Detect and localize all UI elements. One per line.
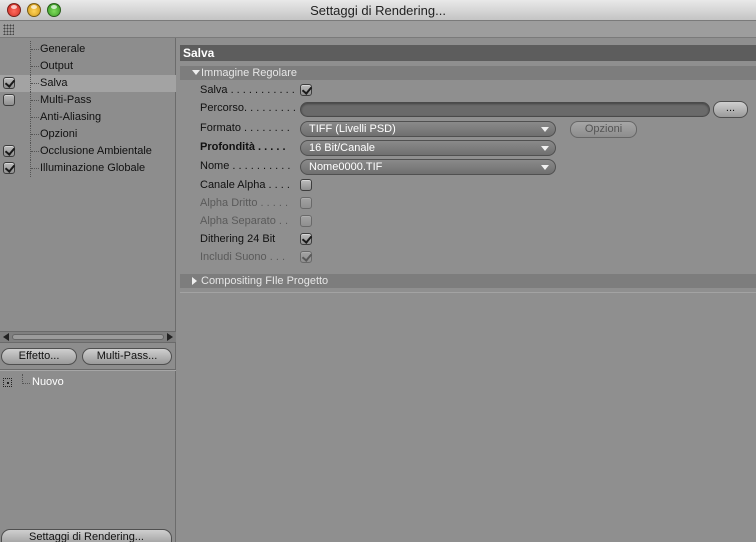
tree-item-opzioni[interactable]: Opzioni: [0, 126, 176, 143]
preset-item-nuovo[interactable]: Nuovo: [0, 374, 176, 391]
multi-pass-button[interactable]: Multi-Pass...: [82, 348, 172, 365]
settings-tree: Generale Output Salva Multi-Pass Anti-Al…: [0, 41, 176, 177]
row-profondita: Profondità . . . . . 16 Bit/Canale: [200, 139, 756, 157]
expand-triangle-icon[interactable]: [192, 277, 197, 285]
formato-select[interactable]: TIFF (Livelli PSD): [300, 121, 556, 137]
percorso-field[interactable]: [300, 102, 710, 117]
salva-checkbox[interactable]: [300, 84, 312, 96]
tree-connector: [30, 143, 39, 160]
divider: [0, 369, 176, 371]
tree-connector: [30, 160, 39, 177]
profondita-label: Profondità . . . . .: [200, 141, 286, 153]
tree-item-label: Anti-Aliasing: [40, 111, 102, 123]
percorso-label: Percorso. . . . . . . . .: [200, 102, 296, 114]
tree-item-illuminazione-globale[interactable]: Illuminazione Globale: [0, 160, 176, 177]
render-settings-menu-button[interactable]: Settaggi di Rendering...: [1, 529, 172, 542]
preset-list: Nuovo: [0, 374, 176, 391]
tree-item-label: Output: [40, 60, 74, 72]
toolbar-strip: [0, 21, 756, 38]
expand-triangle-icon[interactable]: [192, 70, 200, 75]
alpha-separato-label: Alpha Separato . .: [200, 215, 289, 227]
tree-connector: [30, 126, 39, 143]
dithering-checkbox[interactable]: [300, 233, 312, 245]
chevron-down-icon: [541, 127, 549, 132]
row-includi-suono: Includi Suono . . .: [200, 249, 756, 267]
includi-suono-checkbox: [300, 251, 312, 263]
profondita-select[interactable]: 16 Bit/Canale: [300, 140, 556, 156]
scroll-left-icon[interactable]: [3, 333, 9, 341]
tree-item-label: Occlusione Ambientale: [40, 145, 152, 157]
tree-item-anti-aliasing[interactable]: Anti-Aliasing: [0, 109, 176, 126]
left-panel: Generale Output Salva Multi-Pass Anti-Al…: [0, 38, 176, 542]
row-formato: Formato . . . . . . . . TIFF (Livelli PS…: [200, 120, 756, 138]
tree-item-occlusione-ambientale[interactable]: Occlusione Ambientale: [0, 143, 176, 160]
divider: [180, 292, 756, 293]
tree-connector: [22, 374, 30, 384]
settings-panel: Salva Immagine Regolare Salva . . . . . …: [177, 38, 756, 542]
tree-connector: [30, 92, 39, 109]
tree-connector: [30, 109, 39, 126]
occlusione-enable-checkbox[interactable]: [3, 145, 15, 157]
tree-item-label: Generale: [40, 43, 86, 55]
alpha-separato-checkbox: [300, 215, 312, 227]
row-nome: Nome . . . . . . . . . . Nome0000.TIF: [200, 158, 756, 176]
row-salva: Salva . . . . . . . . . . .: [200, 82, 756, 100]
tree-item-multi-pass[interactable]: Multi-Pass: [0, 92, 176, 109]
browse-button[interactable]: ...: [713, 101, 748, 118]
group-compositing[interactable]: Compositing FIle Progetto: [180, 274, 756, 288]
tree-item-salva[interactable]: Salva: [0, 75, 176, 92]
tree-connector: [30, 75, 39, 92]
illuminazione-enable-checkbox[interactable]: [3, 162, 15, 174]
group-label: Immagine Regolare: [201, 67, 297, 79]
tree-item-generale[interactable]: Generale: [0, 41, 176, 58]
grip-icon[interactable]: [3, 24, 14, 35]
salva-enable-checkbox[interactable]: [3, 77, 15, 89]
tree-item-label: Opzioni: [40, 128, 78, 140]
opzioni-button[interactable]: Opzioni: [570, 121, 637, 138]
effetto-button[interactable]: Effetto...: [1, 348, 77, 365]
scroll-right-icon[interactable]: [167, 333, 173, 341]
section-title: Salva: [180, 45, 756, 61]
title-bar: Settaggi di Rendering...: [0, 0, 756, 21]
preset-icon: [3, 378, 12, 387]
tree-connector: [30, 58, 39, 75]
multi-pass-enable-checkbox[interactable]: [3, 94, 15, 106]
tree-connector: [30, 41, 39, 58]
canale-alpha-label: Canale Alpha . . . .: [200, 179, 290, 191]
canale-alpha-checkbox[interactable]: [300, 179, 312, 191]
includi-suono-label: Includi Suono . . .: [200, 251, 285, 263]
tree-item-label: Illuminazione Globale: [40, 162, 146, 174]
row-percorso: Percorso. . . . . . . . . ...: [200, 100, 756, 118]
group-immagine-regolare[interactable]: Immagine Regolare: [180, 66, 756, 80]
tree-item-output[interactable]: Output: [0, 58, 176, 75]
formato-value: TIFF (Livelli PSD): [309, 123, 396, 135]
row-alpha-dritto: Alpha Dritto . . . . .: [200, 195, 756, 213]
chevron-down-icon: [541, 165, 549, 170]
dithering-label: Dithering 24 Bit: [200, 233, 276, 245]
horizontal-scrollbar[interactable]: [0, 331, 176, 343]
salva-label: Salva . . . . . . . . . . .: [200, 84, 295, 96]
chevron-down-icon: [541, 146, 549, 151]
row-dithering: Dithering 24 Bit: [200, 231, 756, 249]
row-canale-alpha: Canale Alpha . . . .: [200, 177, 756, 195]
nome-label: Nome . . . . . . . . . .: [200, 160, 291, 172]
tree-item-label: Multi-Pass: [40, 94, 92, 106]
alpha-dritto-label: Alpha Dritto . . . . .: [200, 197, 289, 209]
nome-select[interactable]: Nome0000.TIF: [300, 159, 556, 175]
preset-label: Nuovo: [32, 376, 64, 388]
formato-label: Formato . . . . . . . .: [200, 122, 290, 134]
row-alpha-separato: Alpha Separato . .: [200, 213, 756, 231]
group-label: Compositing FIle Progetto: [201, 275, 329, 287]
scroll-track[interactable]: [12, 334, 164, 340]
nome-value: Nome0000.TIF: [309, 161, 383, 173]
alpha-dritto-checkbox: [300, 197, 312, 209]
tree-item-label: Salva: [40, 77, 68, 89]
window-title: Settaggi di Rendering...: [310, 3, 446, 18]
profondita-value: 16 Bit/Canale: [309, 142, 376, 154]
